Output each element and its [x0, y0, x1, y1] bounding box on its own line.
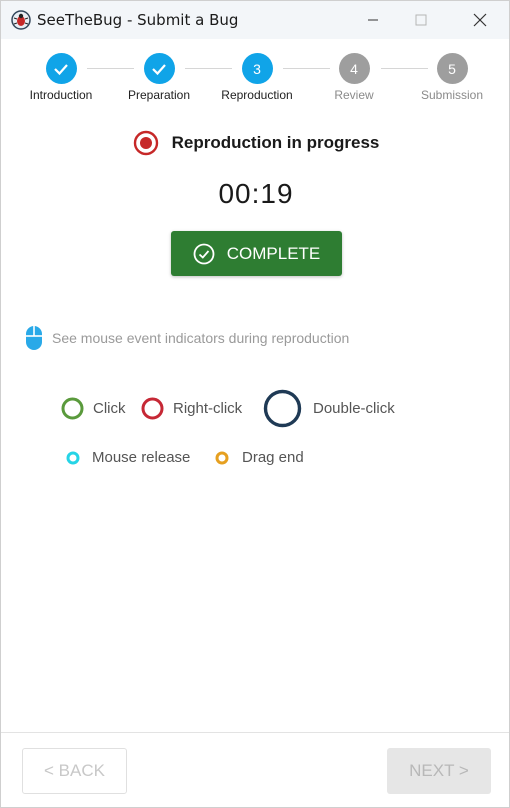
step-review: 4 Review — [299, 53, 409, 102]
recording-timer: 00:19 — [218, 178, 294, 209]
record-icon — [133, 130, 158, 156]
app-window: SeeTheBug - Submit a Bug Introduction Pr… — [0, 0, 510, 808]
recording-status-text: Reproduction in progress — [171, 133, 380, 152]
legend-label: Mouse release — [92, 449, 191, 466]
right-click-indicator-icon — [141, 397, 164, 420]
legend-click: Click — [61, 397, 126, 420]
legend-label: Click — [93, 400, 126, 417]
back-button[interactable]: < BACK — [22, 748, 127, 794]
legend-label: Drag end — [242, 449, 304, 466]
step-number: 3 — [241, 53, 273, 84]
title-bar: SeeTheBug - Submit a Bug — [1, 1, 509, 39]
step-preparation: Preparation — [104, 53, 214, 102]
legend-drag-end: Drag end — [215, 449, 304, 466]
step-label: Introduction — [29, 88, 93, 102]
wizard-stepper: Introduction Preparation 3 Reproduction … — [1, 53, 509, 107]
mouse-hint: See mouse event indicators during reprod… — [25, 325, 349, 351]
step-label: Review — [334, 88, 374, 102]
complete-button[interactable]: COMPLETE — [171, 231, 342, 276]
maximize-button[interactable] — [398, 1, 444, 39]
legend-label: Double-click — [313, 400, 395, 417]
legend-label: Right-click — [173, 400, 243, 417]
step-label: Preparation — [127, 88, 191, 102]
step-reproduction: 3 Reproduction — [202, 53, 312, 102]
drag-end-indicator-icon — [215, 451, 229, 464]
double-click-indicator-icon — [263, 389, 302, 428]
close-icon — [473, 13, 487, 27]
minimize-button[interactable] — [350, 1, 396, 39]
step-submission: 5 Submission — [397, 53, 507, 102]
step-number: 5 — [436, 53, 468, 84]
step-label: Reproduction — [221, 88, 293, 102]
hint-text: See mouse event indicators during reprod… — [52, 330, 350, 346]
next-button[interactable]: NEXT > — [387, 748, 491, 794]
legend-right-click: Right-click — [141, 397, 242, 420]
footer-divider — [1, 732, 509, 733]
click-indicator-icon — [61, 397, 84, 420]
mouse-release-indicator-icon — [66, 451, 80, 464]
window-title: SeeTheBug - Submit a Bug — [37, 11, 239, 29]
step-label: Submission — [420, 88, 484, 102]
legend-double-click: Double-click — [263, 389, 395, 428]
recording-status: Reproduction in progress — [1, 130, 509, 156]
step-introduction: Introduction — [6, 53, 116, 102]
check-icon — [45, 53, 77, 84]
step-number: 4 — [338, 53, 370, 84]
minimize-icon — [368, 19, 378, 21]
check-circle-icon — [193, 243, 215, 264]
bug-icon — [11, 10, 31, 30]
legend-mouse-release: Mouse release — [66, 449, 190, 466]
maximize-icon — [415, 14, 427, 26]
mouse-icon — [26, 326, 42, 350]
check-icon — [143, 53, 175, 84]
complete-button-label: COMPLETE — [226, 243, 321, 263]
close-button[interactable] — [457, 1, 503, 39]
